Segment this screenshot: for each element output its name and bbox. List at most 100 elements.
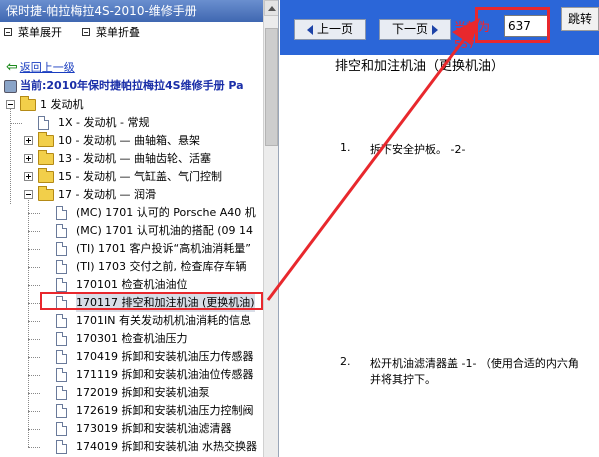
tree-connector [28, 447, 40, 448]
tree-connector [28, 411, 40, 412]
step-text: 拆下安全护板。 -2- [370, 143, 466, 156]
step-item: 2. 松开机油滤清器盖 -1- （使用合适的内六角 [340, 355, 599, 371]
folder-icon [38, 168, 54, 183]
expand-node-icon[interactable] [24, 136, 33, 145]
document-icon [56, 206, 67, 220]
document-icon [56, 404, 67, 418]
tree-item[interactable]: (TI) 1703 交付之前, 检查库存车辆 [0, 258, 263, 276]
tree-connector [28, 267, 40, 268]
folder-icon [38, 150, 54, 165]
tree-connector [28, 339, 40, 340]
tree-item-label: (MC) 1701 认可机油的搭配 (09 14 [76, 224, 254, 237]
tree-item[interactable]: 1 发动机 [0, 96, 263, 114]
tree-item[interactable]: 13 - 发动机 — 曲轴齿轮、活塞 [0, 150, 263, 168]
tree-item[interactable]: 15 - 发动机 — 气缸盖、气门控制 [0, 168, 263, 186]
tree-item-label: (MC) 1701 认可的 Porsche A40 机 [76, 206, 256, 219]
collapse-node-icon[interactable] [6, 100, 15, 109]
tree-item-label: (TI) 1703 交付之前, 检查库存车辆 [76, 260, 247, 273]
tree-scrollbar[interactable] [263, 0, 278, 457]
tree-item-label: 15 - 发动机 — 气缸盖、气门控制 [58, 170, 222, 183]
tree-item-label: 10 - 发动机 — 曲轴箱、悬架 [58, 134, 200, 147]
current-path: 当前:2010年保时捷帕拉梅拉4S维修手册 Pa [4, 77, 244, 95]
highlight-box-page-input [475, 7, 550, 43]
tree-item-label: 1 发动机 [40, 98, 84, 111]
document-icon [56, 368, 67, 382]
document-icon [38, 116, 49, 130]
scroll-up-button[interactable] [264, 0, 278, 16]
tree-item[interactable]: 170301 检查机油压力 [0, 330, 263, 348]
expand-node-icon[interactable] [24, 154, 33, 163]
prev-page-button[interactable]: 上一页 [294, 19, 366, 40]
expand-icon [4, 28, 12, 36]
tree-item-label: 173019 拆卸和安装机油滤清器 [76, 422, 232, 435]
document-icon [56, 278, 67, 292]
arrow-right-icon [432, 24, 438, 35]
document-icon [56, 422, 67, 436]
document-icon [56, 224, 67, 238]
collapse-node-icon[interactable] [24, 190, 33, 199]
tree-item-label: 170301 检查机油压力 [76, 332, 188, 345]
step-number: 2. [340, 355, 351, 368]
folder-open-icon [20, 96, 36, 111]
tree-item-label: 174019 拆卸和安装机油 水热交换器 [76, 440, 257, 453]
tree-item-label: 17 - 发动机 — 润滑 [58, 188, 156, 201]
step-text: 并将其拧下。 [370, 373, 436, 386]
folder-open-icon [38, 186, 54, 201]
tree-item-label: 172619 拆卸和安装机油压力控制阀 [76, 404, 254, 417]
back-link[interactable]: 返回上一级 [20, 61, 75, 74]
tree-connector [28, 429, 40, 430]
tree-item[interactable]: 173019 拆卸和安装机油滤清器 [0, 420, 263, 438]
tree-connector [28, 249, 40, 250]
next-page-button[interactable]: 下一页 [379, 19, 451, 40]
tree-item[interactable]: (TI) 1701 客户投诉“高机油消耗量” [0, 240, 263, 258]
next-page-label: 下一页 [391, 22, 428, 36]
tree-item[interactable]: 170419 拆卸和安装机油压力传感器 [0, 348, 263, 366]
tree-connector [28, 231, 40, 232]
menu-toggle-row: 菜单展开 菜单折叠 [4, 25, 160, 41]
tree-item[interactable]: 174019 拆卸和安装机油 水热交换器 [0, 438, 263, 456]
tree-item-label: 1X - 发动机 - 常规 [58, 116, 150, 129]
document-icon [56, 314, 67, 328]
highlight-box-selected-item [40, 292, 263, 310]
tree-item-label: 13 - 发动机 — 曲轴齿轮、活塞 [58, 152, 211, 165]
expand-node-icon[interactable] [24, 172, 33, 181]
scroll-thumb[interactable] [265, 28, 278, 146]
tree-item[interactable]: 1701IN 有关发动机机油消耗的信息 [0, 312, 263, 330]
collapse-all-link[interactable]: 菜单折叠 [96, 26, 140, 39]
back-link-row[interactable]: ⇦ 返回上一级 [6, 59, 75, 75]
tree-connector [28, 285, 40, 286]
app-window: 保时捷-帕拉梅拉4S-2010-维修手册 菜单展开 菜单折叠 ⇦ 返回上一级 当前:… [0, 0, 599, 457]
tree-item[interactable]: 172619 拆卸和安装机油压力控制阀 [0, 402, 263, 420]
database-icon [4, 79, 17, 93]
tree-item[interactable]: 10 - 发动机 — 曲轴箱、悬架 [0, 132, 263, 150]
page-count: 557 [454, 38, 475, 51]
tree-item[interactable]: 171119 拆卸和安装机油油位传感器 [0, 366, 263, 384]
panel-title: 保时捷-帕拉梅拉4S-2010-维修手册 [0, 0, 278, 22]
tree-connector [28, 321, 40, 322]
document-icon [56, 332, 67, 346]
manual-tree: 1 发动机 1X - 发动机 - 常规 10 - 发动机 — 曲轴箱、悬架 13 - … [0, 96, 263, 457]
tree-connector [28, 303, 40, 304]
tree-connector [28, 393, 40, 394]
tree-item-label: 170419 拆卸和安装机油压力传感器 [76, 350, 254, 363]
step-item: 1. 拆下安全护板。 -2- [340, 141, 590, 157]
document-heading: 排空和加注机油（更换机油） [335, 59, 505, 74]
tree-connector [10, 123, 22, 124]
jump-button[interactable]: 跳转 [561, 7, 599, 31]
document-icon [56, 242, 67, 256]
document-icon [56, 386, 67, 400]
tree-connector [28, 213, 40, 214]
document-icon [56, 440, 67, 454]
prev-page-label: 上一页 [316, 22, 353, 36]
step-text: 松开机油滤清器盖 -1- （使用合适的内六角 [370, 357, 579, 370]
expand-all-link[interactable]: 菜单展开 [18, 26, 62, 39]
document-icon [56, 260, 67, 274]
arrow-left-icon [306, 24, 313, 35]
tree-item[interactable]: (MC) 1701 认可机油的搭配 (09 14 [0, 222, 263, 240]
tree-item[interactable]: 17 - 发动机 — 润滑 [0, 186, 263, 204]
document-panel: 上一页 下一页 当前为 557 跳转 排空和加注机油（更换机油） 1. 拆下安全… [280, 0, 599, 457]
tree-item[interactable]: 1X - 发动机 - 常规 [0, 114, 263, 132]
tree-item[interactable]: 172019 拆卸和安装机油泵 [0, 384, 263, 402]
folder-icon [38, 132, 54, 147]
tree-item[interactable]: (MC) 1701 认可的 Porsche A40 机 [0, 204, 263, 222]
